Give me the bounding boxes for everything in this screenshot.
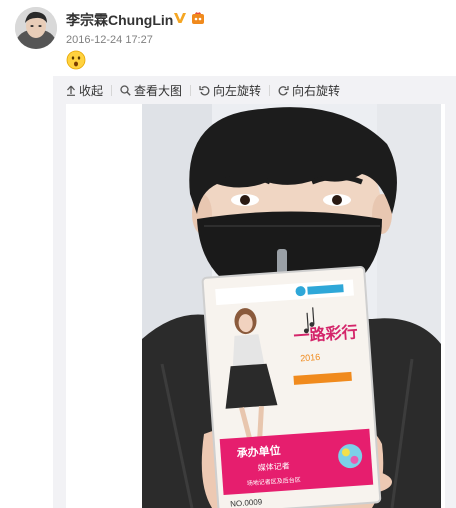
rotate-left-button[interactable]: 向左旋转 [199,82,261,99]
username-link[interactable]: 李宗霖ChungLin [66,10,173,30]
avatar[interactable] [15,7,57,49]
pass-number: NO.0009 [230,497,263,508]
toolbar-divider [269,84,271,96]
member-badge-icon[interactable] [191,11,205,25]
collapse-icon [67,85,75,96]
toolbar-divider [111,84,113,96]
collapse-button[interactable]: 收起 [66,82,103,99]
rotate-left-icon [199,85,210,95]
view-large-button[interactable]: 查看大图 [120,82,182,99]
rotate-right-icon [278,85,289,95]
surprised-face-emoji-icon [66,50,86,70]
verified-v-icon[interactable] [173,11,187,25]
image-toolbar: 收起 查看大图 向左旋转 向右旋转 [66,82,340,98]
rotate-left-label: 向左旋转 [213,83,262,98]
toolbar-divider [190,84,192,96]
collapse-label: 收起 [79,83,104,98]
view-large-label: 查看大图 [134,83,183,98]
pass-year: 2016 [300,352,321,363]
rotate-right-button[interactable]: 向右旋转 [278,82,340,99]
magnifier-icon [120,84,131,96]
rotate-right-label: 向右旋转 [292,83,341,98]
post-photo[interactable]: 一路彩行 2016 承办单位 媒体记者 场地记者区及后台区 NO.0009 [142,104,441,508]
post-timestamp[interactable]: 2016-12-24 17:27 [66,34,153,46]
